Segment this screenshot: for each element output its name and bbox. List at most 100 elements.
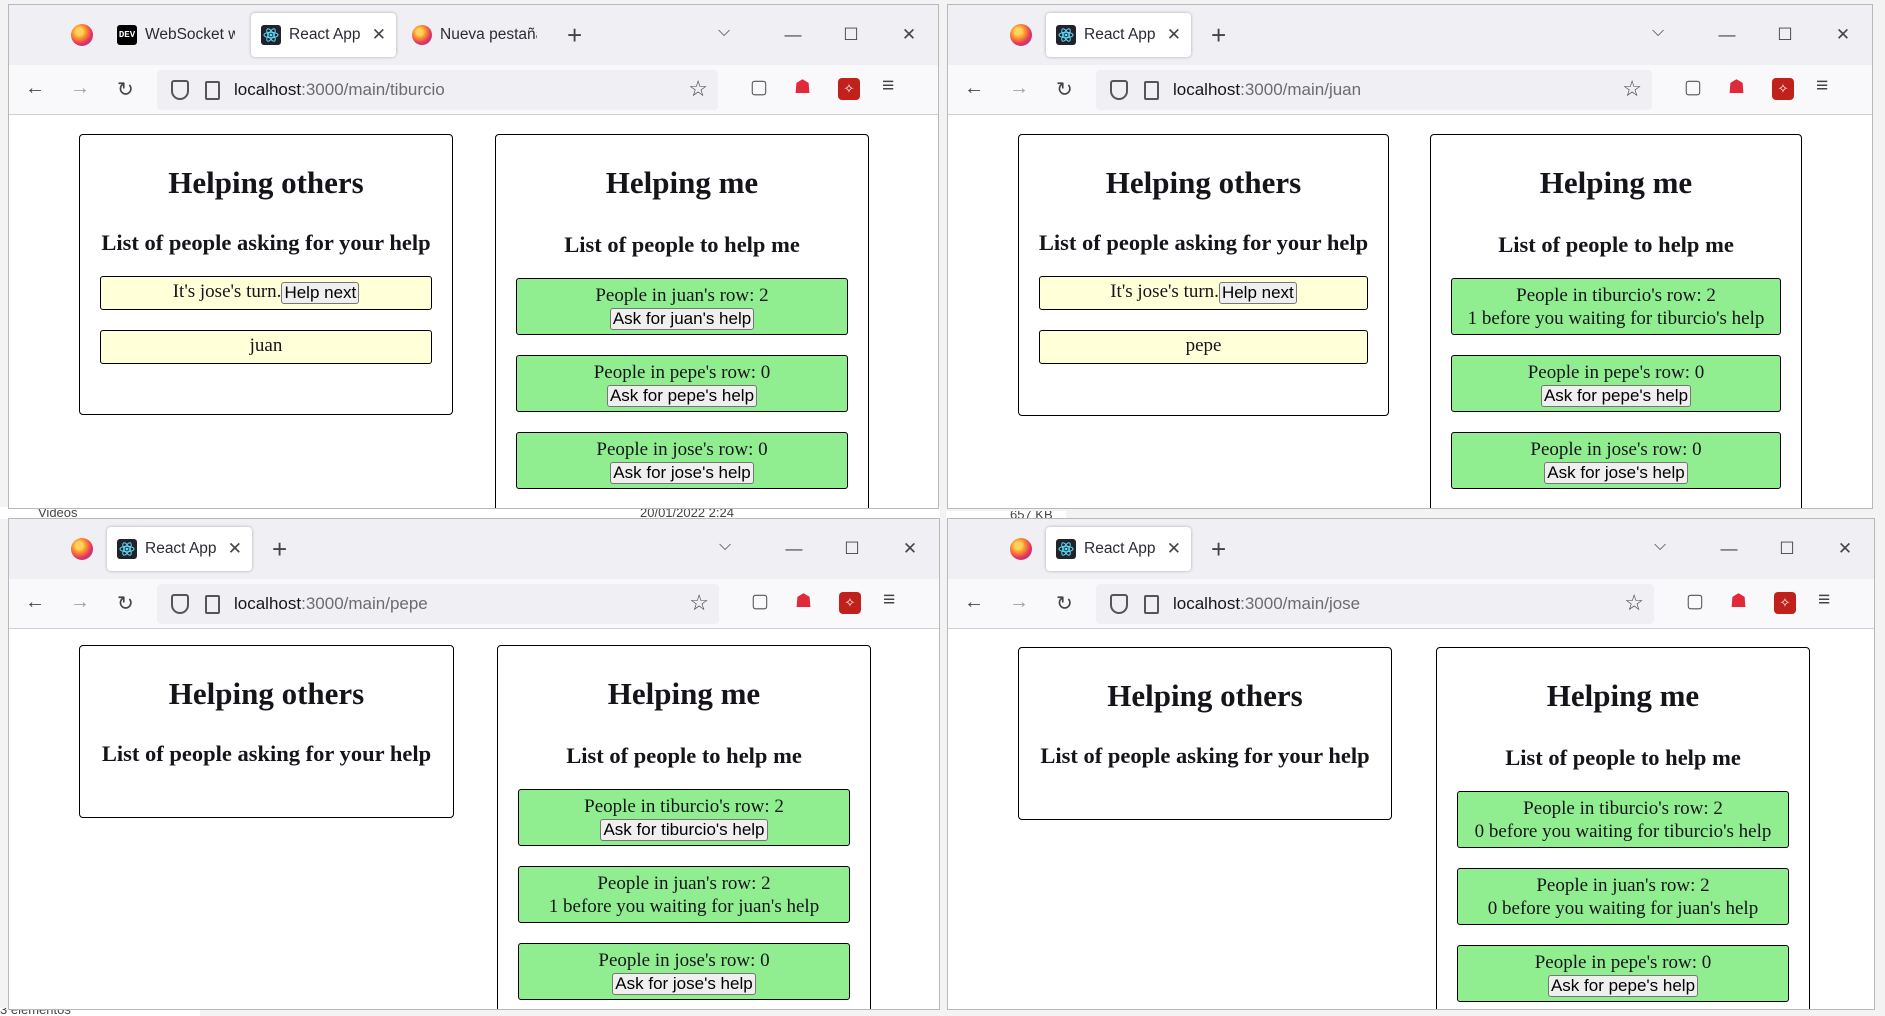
url-bar[interactable]: localhost:3000/main/pepe ☆	[157, 584, 719, 624]
reload-icon[interactable]: ↻	[1056, 77, 1073, 102]
minimize-icon[interactable]: —	[765, 539, 823, 559]
page-info-icon[interactable]	[1144, 80, 1159, 100]
pocket-icon[interactable]: ▢	[750, 76, 768, 99]
tracking-protection-icon[interactable]	[1110, 594, 1128, 614]
list-all-tabs-icon[interactable]: ⌵	[1652, 23, 1664, 41]
url-text[interactable]: localhost:3000/main/juan	[1173, 80, 1361, 100]
new-tab-button[interactable]: +	[553, 20, 596, 51]
ask-for-help-button[interactable]: Ask for pepe's help	[1540, 385, 1692, 408]
close-tab-icon[interactable]: ✕	[1167, 539, 1181, 559]
list-all-tabs-icon[interactable]: ⌵	[718, 23, 730, 41]
list-all-tabs-icon[interactable]: ⌵	[1654, 537, 1666, 555]
back-icon[interactable]: ←	[25, 77, 45, 100]
bookmark-star-icon[interactable]: ☆	[1624, 590, 1644, 616]
ask-for-help-button[interactable]: Ask for jose's help	[612, 973, 756, 996]
extension-badge-icon[interactable]: ✧	[839, 592, 861, 614]
tab-0[interactable]: React App ✕	[1046, 527, 1191, 571]
extension-badge-icon[interactable]: ✧	[1774, 592, 1796, 614]
tab-0[interactable]: DEV WebSocket with	[107, 13, 245, 57]
extension-badge-icon[interactable]: ✧	[1772, 78, 1794, 100]
dev-icon: DEV	[117, 25, 137, 45]
tab-1[interactable]: React App ✕	[251, 13, 396, 57]
new-tab-button[interactable]: +	[258, 534, 301, 565]
app-menu-icon[interactable]: ≡	[1818, 588, 1830, 612]
close-window-icon[interactable]: ✕	[880, 25, 938, 45]
page-info-icon[interactable]	[205, 594, 220, 614]
url-bar[interactable]: localhost:3000/main/jose ☆	[1096, 584, 1654, 624]
close-window-icon[interactable]: ✕	[1816, 539, 1874, 559]
help-next-button[interactable]: Help next	[281, 281, 360, 304]
app-menu-icon[interactable]: ≡	[1816, 74, 1828, 98]
url-text[interactable]: localhost:3000/main/tiburcio	[234, 80, 445, 100]
minimize-icon[interactable]: —	[1700, 539, 1758, 559]
pocket-icon[interactable]: ▢	[1686, 590, 1704, 613]
minimize-icon[interactable]: —	[764, 25, 822, 45]
page-info-icon[interactable]	[1144, 594, 1159, 614]
ask-for-help-button[interactable]: Ask for juan's help	[609, 308, 755, 331]
nav-bar: ← → ↻ localhost:3000/main/pepe ☆ ▢ ☗ ✧ ≡	[9, 579, 939, 629]
reload-icon[interactable]: ↻	[117, 591, 134, 616]
maximize-icon[interactable]: ☐	[822, 25, 880, 45]
close-tab-icon[interactable]: ✕	[228, 539, 242, 559]
tab-title: React App	[1084, 26, 1155, 43]
url-path: :3000/main/juan	[1240, 80, 1362, 99]
bookmark-star-icon[interactable]: ☆	[1622, 76, 1642, 102]
extension-shop-icon[interactable]: ☗	[1728, 76, 1745, 99]
helping-me-title: Helping me	[605, 165, 759, 200]
tracking-protection-icon[interactable]	[1110, 80, 1128, 100]
firefox-view-icon[interactable]	[71, 538, 93, 560]
app-menu-icon[interactable]: ≡	[882, 74, 894, 98]
back-icon[interactable]: ←	[25, 591, 45, 614]
ask-for-help-button[interactable]: Ask for pepe's help	[1547, 975, 1699, 998]
ask-for-help-button[interactable]: Ask for jose's help	[610, 462, 754, 485]
tab-title: Nueva pestaña	[440, 26, 537, 43]
ask-for-help-button[interactable]: Ask for pepe's help	[606, 385, 758, 408]
extension-shop-icon[interactable]: ☗	[1730, 590, 1747, 613]
forward-icon[interactable]: →	[70, 591, 90, 614]
maximize-icon[interactable]: ☐	[1758, 539, 1816, 559]
reload-icon[interactable]: ↻	[117, 77, 134, 102]
new-tab-button[interactable]: +	[1197, 20, 1240, 51]
maximize-icon[interactable]: ☐	[823, 539, 881, 559]
new-tab-button[interactable]: +	[1197, 534, 1240, 565]
url-host: localhost	[1173, 594, 1241, 613]
close-tab-icon[interactable]: ✕	[1167, 25, 1181, 45]
forward-icon[interactable]: →	[1009, 77, 1029, 100]
ask-for-help-button[interactable]: Ask for tiburcio's help	[600, 819, 768, 842]
reload-icon[interactable]: ↻	[1056, 591, 1073, 616]
url-text[interactable]: localhost:3000/main/jose	[1173, 594, 1360, 614]
list-all-tabs-icon[interactable]: ⌵	[719, 537, 731, 555]
helping-me-panel: Helping me List of people to help me Peopl…	[495, 134, 869, 508]
firefox-view-icon[interactable]	[1010, 538, 1032, 560]
tab-2[interactable]: Nueva pestaña	[402, 13, 547, 57]
extension-badge-icon[interactable]: ✧	[838, 78, 860, 100]
back-icon[interactable]: ←	[964, 77, 984, 100]
tab-0[interactable]: React App ✕	[107, 527, 252, 571]
app-menu-icon[interactable]: ≡	[883, 588, 895, 612]
forward-icon[interactable]: →	[1009, 591, 1029, 614]
tab-0[interactable]: React App ✕	[1046, 13, 1191, 57]
tracking-protection-icon[interactable]	[171, 80, 189, 100]
maximize-icon[interactable]: ☐	[1756, 25, 1814, 45]
back-icon[interactable]: ←	[964, 591, 984, 614]
close-window-icon[interactable]: ✕	[1814, 25, 1872, 45]
minimize-icon[interactable]: —	[1698, 25, 1756, 45]
close-tab-icon[interactable]: ✕	[372, 25, 386, 45]
bookmark-star-icon[interactable]: ☆	[688, 76, 708, 102]
extension-shop-icon[interactable]: ☗	[795, 590, 812, 613]
close-window-icon[interactable]: ✕	[881, 539, 939, 559]
pocket-icon[interactable]: ▢	[751, 590, 769, 613]
extension-shop-icon[interactable]: ☗	[794, 76, 811, 99]
forward-icon[interactable]: →	[70, 77, 90, 100]
page-info-icon[interactable]	[205, 80, 220, 100]
pocket-icon[interactable]: ▢	[1684, 76, 1702, 99]
help-next-button[interactable]: Help next	[1218, 281, 1297, 304]
url-text[interactable]: localhost:3000/main/pepe	[234, 594, 428, 614]
ask-for-help-button[interactable]: Ask for jose's help	[1544, 462, 1688, 485]
firefox-view-icon[interactable]	[1010, 24, 1032, 46]
url-bar[interactable]: localhost:3000/main/tiburcio ☆	[157, 70, 718, 110]
bookmark-star-icon[interactable]: ☆	[689, 590, 709, 616]
firefox-view-icon[interactable]	[71, 24, 93, 46]
url-bar[interactable]: localhost:3000/main/juan ☆	[1096, 70, 1652, 110]
tracking-protection-icon[interactable]	[171, 594, 189, 614]
